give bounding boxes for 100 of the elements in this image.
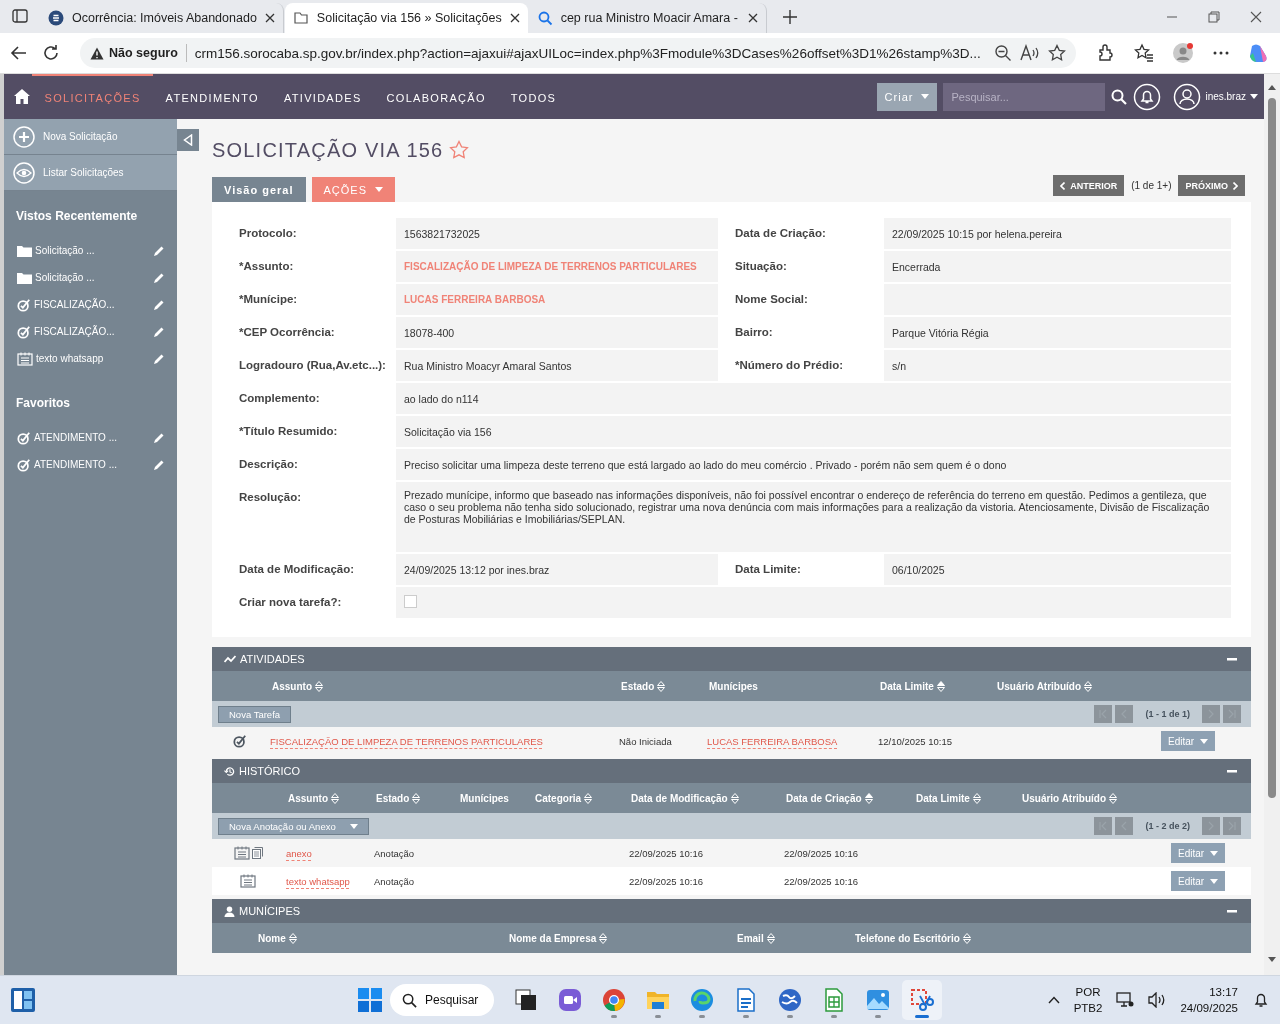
chevron-up-icon[interactable] — [1047, 996, 1060, 1004]
column-header[interactable]: Email — [737, 932, 764, 944]
volume-icon[interactable] — [1148, 992, 1167, 1008]
new-record-button[interactable]: Nova Tarefa — [218, 705, 292, 723]
collapse-sidebar-button[interactable] — [177, 129, 199, 151]
nav-tab[interactable]: ATIVIDADES — [271, 74, 375, 119]
record-link[interactable]: anexo — [286, 847, 312, 859]
reload-icon[interactable] — [42, 44, 60, 62]
start-icon[interactable] — [358, 988, 382, 1012]
actions-button[interactable]: AÇÕES — [311, 177, 395, 202]
column-header[interactable]: Nome — [258, 932, 286, 944]
security-indicator[interactable]: Não seguro — [90, 46, 178, 60]
widgets-icon[interactable] — [10, 987, 36, 1013]
input-language-indicator[interactable]: POR PTB2 — [1073, 984, 1103, 1016]
sidebar-link[interactable]: FISCALIZAÇÃO... — [34, 299, 150, 310]
sidebar-action[interactable]: Nova Solicitação — [4, 119, 177, 155]
favorite-star-icon[interactable] — [1048, 44, 1066, 62]
column-header[interactable]: Munícipes — [709, 680, 758, 692]
column-header[interactable]: Nome da Empresa — [509, 932, 597, 944]
new-tab-icon[interactable] — [781, 9, 798, 25]
close-icon[interactable] — [747, 13, 758, 23]
edit-pencil-icon[interactable] — [153, 352, 165, 365]
edit-button[interactable]: Editar — [1171, 871, 1226, 891]
profile-avatar-icon[interactable] — [1172, 42, 1194, 64]
sort-icon[interactable] — [730, 792, 739, 804]
view-tab[interactable]: Visão geral — [212, 177, 306, 202]
checkbox[interactable] — [404, 595, 417, 608]
nav-tab[interactable]: COLABORAÇÃO — [374, 74, 499, 119]
tab-actions-icon[interactable] — [12, 8, 28, 24]
column-header[interactable]: Data de Criação — [786, 792, 862, 804]
sort-icon[interactable] — [412, 792, 421, 804]
edit-pencil-icon[interactable] — [153, 431, 165, 444]
search-field[interactable]: Pesquisar... — [943, 82, 1106, 111]
user-menu[interactable]: ines.braz — [1173, 82, 1258, 111]
close-icon[interactable] — [509, 13, 520, 23]
sidebar-link[interactable]: ATENDIMENTO ... — [34, 459, 150, 470]
back-icon[interactable] — [10, 44, 28, 62]
first-page-icon[interactable] — [1094, 705, 1113, 723]
sort-icon[interactable] — [864, 792, 873, 804]
favorites-icon[interactable] — [1134, 43, 1154, 63]
sort-icon[interactable] — [657, 680, 666, 692]
sort-icon[interactable] — [331, 792, 339, 804]
column-header[interactable]: Categoria — [535, 792, 582, 804]
sort-icon[interactable] — [1084, 680, 1093, 692]
sort-icon[interactable] — [766, 932, 775, 944]
record-link[interactable]: FISCALIZAÇÃO DE LIMPEZA DE TERRENOS PARTICULARES — [270, 735, 543, 747]
browser-tab[interactable]: Solicitação via 156 » Solicitações — [284, 3, 528, 33]
sort-icon[interactable] — [972, 792, 981, 804]
record-link[interactable]: LUCAS FERREIRA BARBOSA — [707, 735, 838, 747]
edit-pencil-icon[interactable] — [153, 325, 165, 338]
column-header[interactable]: Usuário Atribuído — [997, 680, 1082, 692]
edit-pencil-icon[interactable] — [153, 271, 165, 284]
column-header[interactable]: Telefone do Escritório — [855, 932, 960, 944]
notifications-icon[interactable] — [1252, 991, 1270, 1009]
column-header[interactable]: Data Limite — [880, 680, 934, 692]
favorite-star-icon[interactable] — [449, 140, 470, 160]
close-icon[interactable] — [1250, 11, 1262, 23]
new-record-button[interactable]: Nova Anotação ou Anexo — [218, 817, 369, 835]
column-header[interactable]: Usuário Atribuído — [1022, 792, 1107, 804]
sidebar-link[interactable]: Solicitação ... — [35, 272, 150, 283]
close-icon[interactable] — [264, 13, 275, 23]
edit-pencil-icon[interactable] — [153, 458, 165, 471]
address-bar[interactable]: Não seguro crm156.sorocaba.sp.gov.br/index.php?action=ajaxui#ajaxUILoc=index.php%3Fmodule%3DCases%26offset%3D1%26stamp%3D... — [80, 38, 1076, 68]
previous-page-icon[interactable] — [1115, 817, 1134, 835]
taskbar-search[interactable]: Pesquisar — [390, 984, 495, 1016]
sort-icon[interactable] — [962, 932, 971, 944]
previous-button[interactable]: ANTERIOR — [1053, 175, 1125, 196]
sort-icon[interactable] — [599, 932, 608, 944]
clock[interactable]: 13:17 24/09/2025 — [1180, 984, 1238, 1016]
record-link[interactable]: texto whatsapp — [286, 875, 350, 887]
field-link[interactable]: LUCAS FERREIRA BARBOSA — [396, 284, 718, 315]
column-header[interactable]: Estado — [621, 680, 655, 692]
notifications-icon[interactable] — [1133, 82, 1162, 111]
extensions-icon[interactable] — [1096, 43, 1116, 63]
column-header[interactable]: Data Limite — [916, 792, 970, 804]
column-header[interactable]: Estado — [376, 792, 410, 804]
column-header[interactable]: Assunto — [272, 680, 312, 692]
nav-tab[interactable]: ATENDIMENTO — [153, 74, 272, 119]
edit-button[interactable]: Editar — [1171, 843, 1226, 863]
create-button[interactable]: Criar — [876, 82, 938, 111]
edit-pencil-icon[interactable] — [153, 298, 165, 311]
restore-icon[interactable] — [1208, 11, 1220, 23]
column-header[interactable]: Assunto — [288, 792, 328, 804]
sidebar-link[interactable]: FISCALIZAÇÃO... — [34, 326, 150, 337]
edit-pencil-icon[interactable] — [153, 244, 165, 257]
sort-icon[interactable] — [584, 792, 593, 804]
first-page-icon[interactable] — [1094, 817, 1113, 835]
edit-button[interactable]: Editar — [1161, 731, 1216, 751]
field-link[interactable]: FISCALIZAÇÃO DE LIMPEZA DE TERRENOS PARTICULARES — [396, 251, 718, 282]
home-icon[interactable] — [14, 89, 30, 104]
sort-icon[interactable] — [315, 680, 323, 692]
zoom-out-icon[interactable] — [994, 44, 1012, 62]
previous-page-icon[interactable] — [1115, 705, 1134, 723]
sort-icon[interactable] — [288, 932, 297, 944]
network-icon[interactable] — [1116, 992, 1135, 1008]
column-header[interactable]: Data de Modificação — [631, 792, 728, 804]
next-button[interactable]: PRÓXIMO — [1178, 175, 1245, 196]
read-aloud-icon[interactable] — [1020, 44, 1040, 62]
sort-icon[interactable] — [936, 680, 945, 692]
column-header[interactable]: Munícipes — [460, 792, 509, 804]
